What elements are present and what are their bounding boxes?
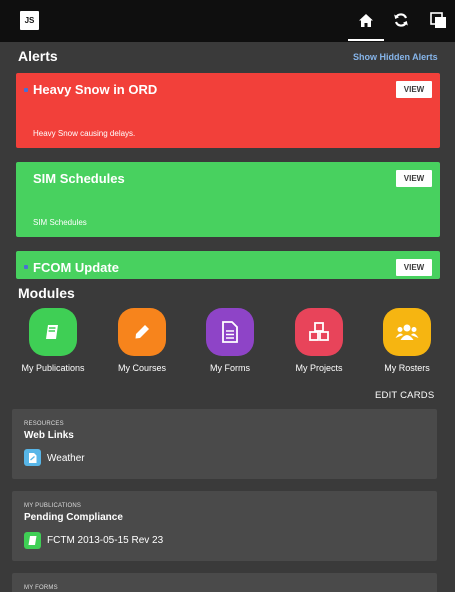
people-icon [383,308,431,356]
copy-icon[interactable] [427,9,449,31]
module-label: My Projects [295,363,343,373]
modules-heading: Modules [18,285,75,301]
module-label: My Publications [21,363,85,373]
card-kicker: MY PUBLICATIONS [24,503,82,509]
alert-title: Heavy Snow in ORD [33,82,158,97]
unread-dot-icon [24,88,28,92]
module-my-rosters[interactable]: My Rosters [362,308,452,373]
card-kicker: RESOURCES [24,421,64,427]
pencil-icon [118,308,166,356]
view-button[interactable]: VIEW [396,259,432,276]
sync-icon[interactable] [390,9,412,31]
card-web-links[interactable]: RESOURCES Web Links Weather [12,409,437,479]
module-my-forms[interactable]: My Forms [185,308,275,373]
cubes-icon [295,308,343,356]
module-my-courses[interactable]: My Courses [97,308,187,373]
active-tab-indicator [348,39,384,41]
card-kicker: MY FORMS [24,585,58,591]
card-my-forms[interactable]: MY FORMS [12,573,437,592]
publication-item[interactable]: FCTM 2013-05-15 Rev 23 [47,535,163,546]
unread-dot-icon [24,265,28,269]
module-label: My Forms [210,363,250,373]
book-icon [24,532,41,549]
view-button[interactable]: VIEW [396,170,432,187]
module-label: My Rosters [384,363,430,373]
book-icon [29,308,77,356]
app-logo[interactable]: JS [20,11,39,30]
alert-card-heavy-snow[interactable]: Heavy Snow in ORD Heavy Snow causing del… [16,73,440,148]
card-pending-compliance[interactable]: MY PUBLICATIONS Pending Compliance FCTM … [12,491,437,561]
card-title: Web Links [24,430,74,441]
card-title: Pending Compliance [24,512,123,523]
alert-title: SIM Schedules [33,171,125,186]
alerts-heading: Alerts [18,48,58,64]
alert-body: Heavy Snow causing delays. [33,129,136,138]
alert-body: SIM Schedules [33,218,87,227]
alert-card-fcom-update[interactable]: FCOM Update VIEW [16,251,440,279]
module-label: My Courses [117,363,166,373]
show-hidden-alerts-link[interactable]: Show Hidden Alerts [353,52,438,62]
web-link-weather[interactable]: Weather [47,453,85,464]
module-my-publications[interactable]: My Publications [8,308,98,373]
view-button[interactable]: VIEW [396,81,432,98]
edit-cards-button[interactable]: EDIT CARDS [375,390,434,401]
alert-title: FCOM Update [33,260,119,275]
top-bar: JS [0,0,455,42]
alert-card-sim-schedules[interactable]: SIM Schedules SIM Schedules VIEW [16,162,440,237]
link-doc-icon [24,449,41,466]
module-my-projects[interactable]: My Projects [274,308,364,373]
document-icon [206,308,254,356]
home-icon[interactable] [355,9,377,31]
